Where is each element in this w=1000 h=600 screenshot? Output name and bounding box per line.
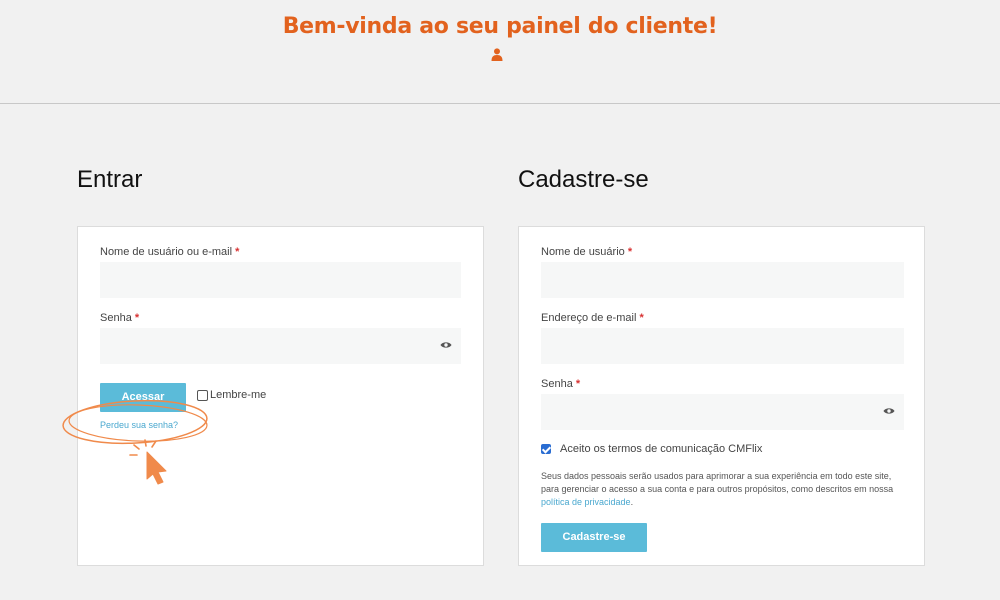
login-title: Entrar <box>77 166 143 193</box>
username-label: Nome de usuário ou e-mail * <box>100 246 240 258</box>
remember-label: Lembre-me <box>210 389 267 401</box>
reg-username-label: Nome de usuário * <box>541 246 633 258</box>
terms-check-icon[interactable] <box>541 444 551 454</box>
register-title: Cadastre-se <box>518 166 649 193</box>
register-button[interactable]: Cadastre-se <box>541 523 647 552</box>
register-card: Nome de usuário * Endereço de e-mail * S… <box>518 226 925 566</box>
header-divider <box>0 103 1000 104</box>
reg-username-input[interactable] <box>541 262 904 298</box>
terms-label: Aceito os termos de comunicação CMFlix <box>560 443 763 455</box>
show-password-icon[interactable] <box>440 340 452 350</box>
reg-email-input[interactable] <box>541 328 904 364</box>
login-card: Nome de usuário ou e-mail * Senha * Aces… <box>77 226 484 566</box>
reg-password-input[interactable] <box>541 394 904 430</box>
remember-checkbox-box[interactable] <box>197 389 208 401</box>
show-password-icon[interactable] <box>883 406 895 416</box>
lost-password-link[interactable]: Perdeu sua senha? <box>100 420 178 430</box>
username-input[interactable] <box>100 262 461 298</box>
user-icon <box>491 48 503 61</box>
password-input[interactable] <box>100 328 461 364</box>
welcome-heading: Bem-vinda ao seu painel do cliente! <box>282 14 718 39</box>
privacy-policy-link[interactable]: política de privacidade <box>541 497 631 507</box>
reg-email-label: Endereço de e-mail * <box>541 312 644 324</box>
terms-checkbox[interactable]: Aceito os termos de comunicação CMFlix <box>541 443 762 455</box>
reg-password-label: Senha * <box>541 378 581 390</box>
privacy-notice: Seus dados pessoais serão usados para ap… <box>541 471 894 507</box>
password-label: Senha * <box>100 312 140 324</box>
remember-me-checkbox[interactable]: Lembre-me <box>197 389 266 401</box>
page-header: Bem-vinda ao seu painel do cliente! <box>0 0 1000 104</box>
login-button[interactable]: Acessar <box>100 383 186 412</box>
